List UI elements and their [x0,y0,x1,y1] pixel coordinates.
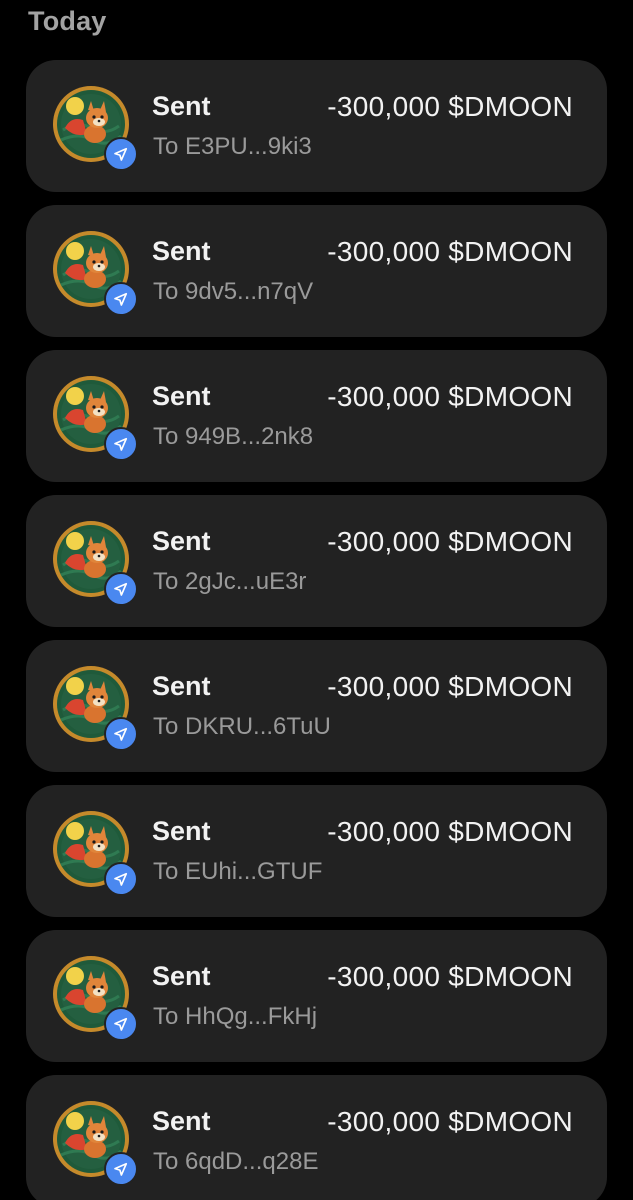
transaction-recipient: To 9dv5...n7qV [153,278,314,305]
transaction-recipient: To EUhi...GTUF [153,858,323,885]
transaction-type: Sent [152,1106,211,1136]
transaction-amount: -300,000 $DMOON [327,91,573,122]
transaction-row[interactable]: Sent -300,000 $DMOON To EUhi...GTUF [26,785,607,917]
transaction-type: Sent [152,91,211,121]
transaction-amount: -300,000 $DMOON [327,1106,573,1137]
send-icon [104,862,138,896]
transaction-row[interactable]: Sent -300,000 $DMOON To HhQg...FkHj [26,930,607,1062]
transaction-type: Sent [152,381,211,411]
transaction-row[interactable]: Sent -300,000 $DMOON To E3PU...9ki3 [26,60,607,192]
transaction-type: Sent [152,816,211,846]
transaction-row[interactable]: Sent -300,000 $DMOON To DKRU...6TuU [26,640,607,772]
section-title-today: Today [28,6,107,36]
transaction-amount: -300,000 $DMOON [327,671,573,702]
transaction-recipient: To HhQg...FkHj [153,1003,318,1030]
send-icon [104,137,138,171]
transaction-amount: -300,000 $DMOON [327,961,573,992]
transaction-row[interactable]: Sent -300,000 $DMOON To 9dv5...n7qV [26,205,607,337]
transaction-row[interactable]: Sent -300,000 $DMOON To 6qdD...q28E [26,1075,607,1200]
send-icon [104,282,138,316]
transaction-amount: -300,000 $DMOON [327,526,573,557]
transaction-row[interactable]: Sent -300,000 $DMOON To 2gJc...uE3r [26,495,607,627]
send-icon [104,717,138,751]
activity-screen: Today Sent -300,000 $DMOON To E3PU...9ki… [0,0,633,1200]
send-icon [104,427,138,461]
transaction-recipient: To DKRU...6TuU [153,713,331,740]
transaction-amount: -300,000 $DMOON [327,816,573,847]
transaction-type: Sent [152,961,211,991]
transaction-row[interactable]: Sent -300,000 $DMOON To 949B...2nk8 [26,350,607,482]
send-icon [104,1152,138,1186]
transaction-amount: -300,000 $DMOON [327,381,573,412]
transaction-type: Sent [152,236,211,266]
send-icon [104,572,138,606]
transaction-amount: -300,000 $DMOON [327,236,573,267]
transaction-recipient: To 6qdD...q28E [153,1148,319,1175]
transaction-recipient: To 949B...2nk8 [153,423,314,450]
transaction-list: Sent -300,000 $DMOON To E3PU...9ki3 Sent… [26,60,607,1200]
transaction-type: Sent [152,671,211,701]
send-icon [104,1007,138,1041]
transaction-recipient: To E3PU...9ki3 [153,133,312,160]
transaction-type: Sent [152,526,211,556]
transaction-recipient: To 2gJc...uE3r [153,568,307,595]
